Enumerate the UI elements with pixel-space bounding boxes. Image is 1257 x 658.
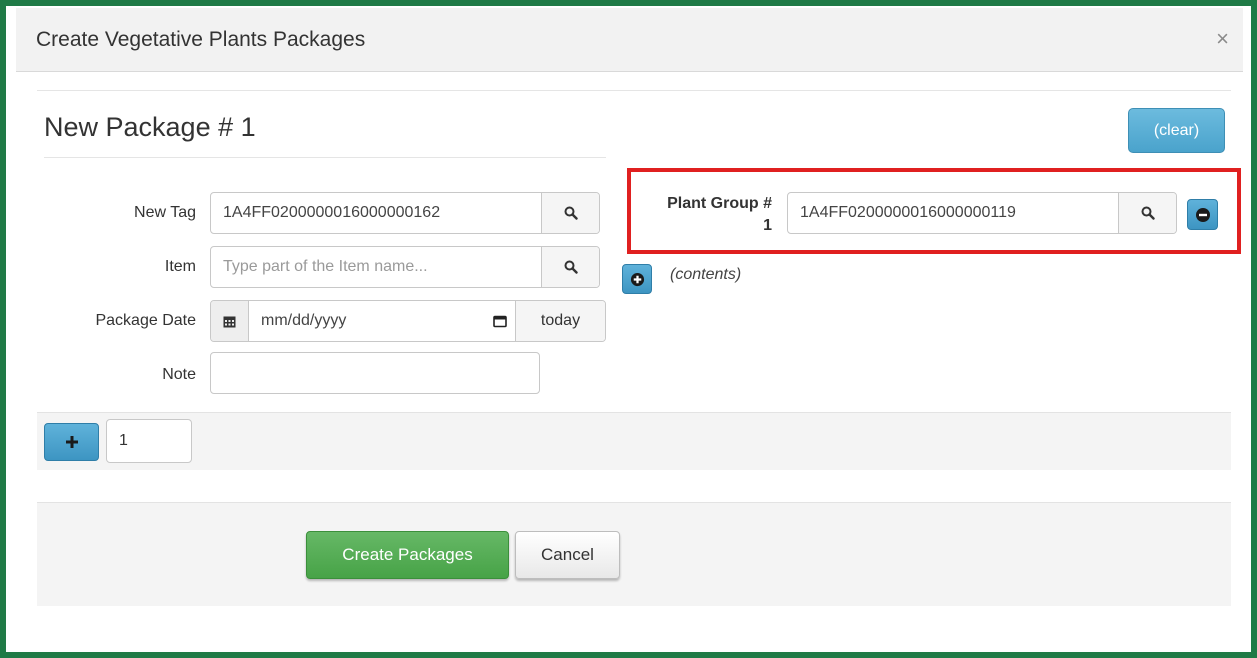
package-date-input-group: mm/dd/yyyy today — [210, 300, 606, 342]
plant-group-input-group: 1A4FF0200000016000000119 — [787, 192, 1177, 234]
modal-title: Create Vegetative Plants Packages — [36, 28, 366, 51]
new-tag-input-group: 1A4FF0200000016000000162 — [210, 192, 600, 234]
calendar-icon — [211, 301, 249, 341]
new-tag-label: New Tag — [134, 204, 196, 221]
note-label: Note — [162, 366, 196, 383]
create-packages-button[interactable]: Create Packages — [306, 531, 509, 579]
package-date-label: Package Date — [95, 312, 196, 329]
add-plant-group-button[interactable] — [622, 264, 652, 294]
plus-circle-icon — [630, 272, 644, 286]
today-button[interactable]: today — [515, 301, 605, 341]
divider — [44, 157, 606, 158]
clear-button[interactable]: (clear) — [1128, 108, 1225, 153]
new-tag-search-button[interactable] — [541, 193, 599, 233]
plant-group-label-line2: 1 — [763, 217, 772, 234]
remove-plant-group-button[interactable] — [1187, 199, 1218, 230]
package-date-input[interactable]: mm/dd/yyyy — [249, 301, 485, 341]
plus-icon — [65, 436, 78, 448]
search-icon — [1141, 206, 1155, 220]
search-icon — [564, 206, 578, 220]
item-label: Item — [164, 258, 196, 275]
plant-group-search-button[interactable] — [1118, 193, 1176, 233]
close-icon[interactable]: × — [1216, 26, 1229, 52]
note-input[interactable] — [210, 352, 540, 394]
search-icon — [564, 260, 578, 274]
modal-header: Create Vegetative Plants Packages × — [16, 8, 1243, 72]
add-package-button[interactable] — [44, 423, 99, 461]
cancel-button[interactable]: Cancel — [515, 531, 620, 579]
add-package-band — [37, 412, 1231, 470]
item-input-group: Type part of the Item name... — [210, 246, 600, 288]
item-search-button[interactable] — [541, 247, 599, 287]
plant-group-label: Plant Group # 1 — [632, 193, 772, 237]
contents-link[interactable]: (contents) — [670, 266, 741, 284]
plant-group-label-line1: Plant Group # — [667, 195, 772, 212]
minus-circle-icon — [1195, 207, 1210, 222]
plant-group-input[interactable]: 1A4FF0200000016000000119 — [788, 193, 1118, 233]
modal-footer — [37, 502, 1231, 606]
item-input[interactable]: Type part of the Item name... — [211, 247, 541, 287]
new-tag-input[interactable]: 1A4FF0200000016000000162 — [211, 193, 541, 233]
divider — [37, 90, 1231, 91]
package-count-input[interactable]: 1 — [106, 419, 192, 463]
package-title: New Package # 1 — [44, 112, 256, 142]
date-picker-icon[interactable] — [485, 301, 515, 341]
